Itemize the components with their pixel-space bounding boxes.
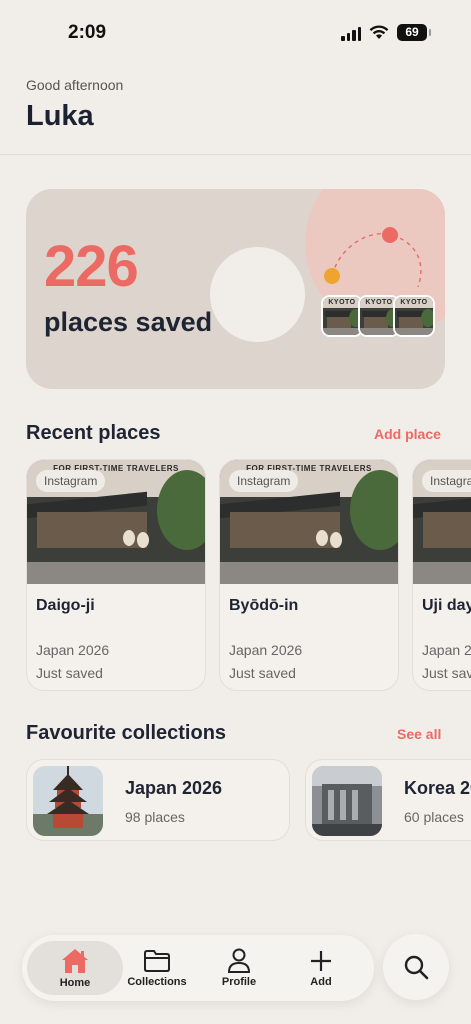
collection-card[interactable]: Korea 20 60 places [305, 759, 471, 841]
home-icon [62, 948, 88, 973]
source-badge: Instagram [422, 470, 471, 492]
place-collection: Japan 2 [422, 642, 471, 658]
place-card[interactable]: Instagram Uji day Japan 2 Just sav [412, 459, 471, 691]
hero-thumbnail-stack: KYOTO KYOTO KYOTO [321, 295, 435, 337]
collection-image [33, 766, 103, 836]
place-card[interactable]: FOR FIRST-TIME TRAVELERS Instagram Byōdō… [219, 459, 399, 691]
nav-add-label: Add [310, 975, 332, 988]
bottom-navigation: Home Collections Profile Add [22, 935, 374, 1001]
favourite-collections-title: Favourite collections [26, 722, 227, 744]
header-divider [0, 154, 471, 155]
status-icons: 69 [341, 24, 431, 41]
user-icon [227, 948, 251, 973]
nav-collections-label: Collections [127, 975, 187, 988]
nav-home-label: Home [59, 976, 91, 989]
home-screen: 2:09 69 Good afternoon Luka 226 places s… [0, 0, 471, 1024]
collection-card[interactable]: Japan 2026 98 places [26, 759, 290, 841]
collection-name: Korea 20 [404, 778, 471, 798]
place-status: Just saved [229, 665, 296, 681]
nav-add[interactable]: Add [286, 935, 356, 1001]
place-status: Just sav [422, 665, 471, 681]
place-name: Uji day [422, 597, 471, 614]
add-place-link[interactable]: Add place [374, 426, 441, 442]
status-bar: 2:09 69 [0, 0, 471, 70]
place-name: Byōdō-in [229, 597, 299, 614]
hero-thumbnail: KYOTO [393, 295, 435, 337]
hero-route-path [331, 233, 422, 288]
search-icon [404, 955, 429, 980]
source-badge: Instagram [229, 470, 299, 492]
collection-name: Japan 2026 [125, 778, 223, 798]
folder-icon [144, 949, 170, 972]
place-name: Daigo-ji [36, 597, 95, 614]
places-saved-label: places saved [44, 307, 213, 337]
place-collection: Japan 2026 [36, 642, 110, 658]
greeting-text: Good afternoon [26, 77, 124, 93]
see-all-link[interactable]: See all [397, 726, 441, 742]
places-saved-card[interactable]: 226 places saved KYOTO KYOTO KYOTO [26, 189, 445, 389]
collection-count: 98 places [125, 809, 185, 825]
hero-decor-circle [210, 247, 305, 342]
place-collection: Japan 2026 [229, 642, 303, 658]
collection-count: 60 places [404, 809, 464, 825]
wifi-icon [369, 25, 389, 39]
status-time: 2:09 [68, 22, 107, 43]
hero-thumbnail: KYOTO [321, 295, 363, 337]
place-status: Just saved [36, 665, 103, 681]
source-badge: Instagram [36, 470, 106, 492]
nav-profile-label: Profile [221, 976, 257, 988]
recent-places-title: Recent places [26, 422, 161, 444]
place-card[interactable]: FOR FIRST-TIME TRAVELERS Instagram Daigo… [26, 459, 206, 691]
battery-indicator: 69 [397, 24, 431, 41]
collection-image [312, 766, 382, 836]
search-button[interactable] [383, 934, 449, 1000]
places-saved-count: 226 [44, 234, 139, 299]
user-name: Luka [26, 100, 94, 132]
nav-home[interactable]: Home [28, 935, 122, 1001]
nav-profile[interactable]: Profile [204, 935, 274, 1001]
hero-decor-dot-orange [324, 268, 340, 284]
hero-decor-dot-red [382, 227, 398, 243]
cellular-signal-icon [341, 25, 361, 41]
plus-icon [311, 950, 331, 971]
nav-collections[interactable]: Collections [118, 935, 196, 1001]
